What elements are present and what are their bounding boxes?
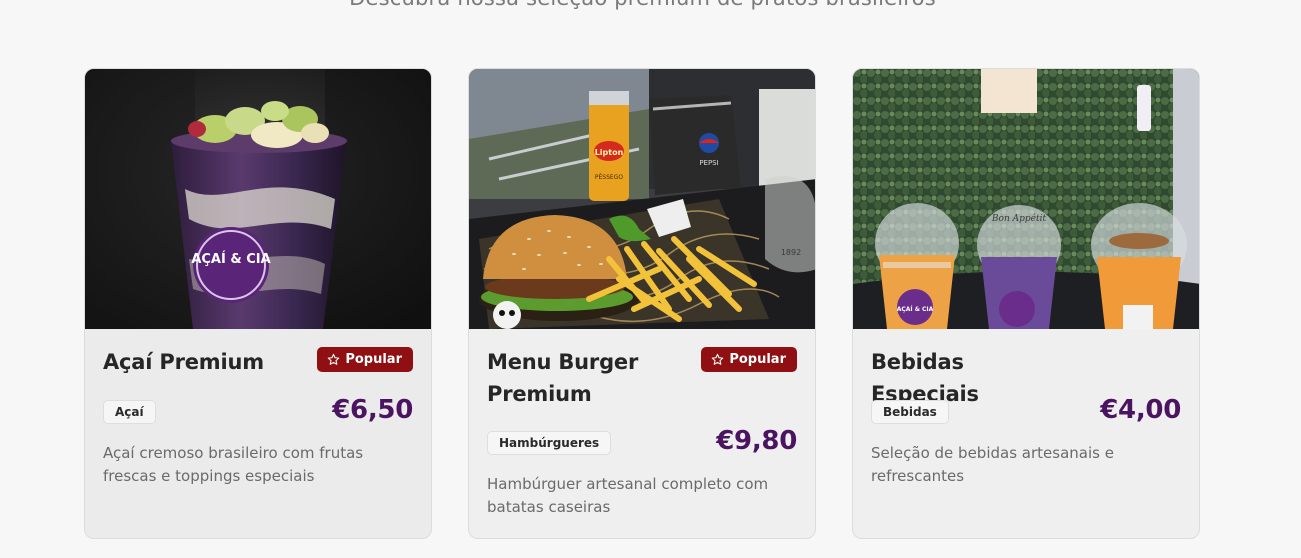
popular-badge: Popular	[701, 347, 797, 372]
menu-card-acai[interactable]: AÇAÍ & CIA Açaí Premium Popular Açaí €6,…	[84, 68, 432, 539]
price: €6,50	[332, 395, 413, 425]
card-title: Açaí Premium	[103, 350, 264, 374]
star-outline-icon	[712, 353, 724, 365]
burger-photo: Lipton PÊSSEGO PEPSI 1892	[469, 69, 815, 329]
acai-logo-text: AÇAÍ & CIA	[191, 251, 270, 267]
section-subtitle: Descubra nossa seleção premium de pratos…	[0, 0, 1285, 10]
category-tag: Açaí	[103, 400, 156, 424]
menu-card-drinks[interactable]: AÇAÍ & CIA Bon Appétit Bebidas Especiais…	[852, 68, 1200, 539]
popular-badge: Popular	[317, 347, 413, 372]
glass-text: 1892	[781, 248, 801, 257]
lid-text: Bon Appétit	[991, 213, 1047, 224]
category-tag: Bebidas	[871, 400, 949, 424]
can-brand-text: Lipton	[595, 148, 624, 157]
menu-card-burger[interactable]: Lipton PÊSSEGO PEPSI 1892 Menu Burger Pr…	[468, 68, 816, 539]
can-flavor-text: PÊSSEGO	[595, 173, 623, 181]
card-description: Hambúrguer artesanal completo com batata…	[487, 475, 769, 516]
price: €4,00	[1100, 395, 1181, 425]
card-description: Seleção de bebidas artesanais e refresca…	[871, 444, 1114, 485]
star-outline-icon	[328, 353, 340, 365]
price: €9,80	[716, 426, 797, 456]
cup-brand-text: PEPSI	[699, 159, 718, 167]
card-description: Açaí cremoso brasileiro com frutas fresc…	[103, 444, 364, 485]
drink-logo-text: AÇAÍ & CIA	[897, 305, 934, 313]
drinks-photo: AÇAÍ & CIA Bon Appétit	[853, 69, 1199, 329]
acai-photo: AÇAÍ & CIA	[85, 69, 431, 329]
popular-label: Popular	[729, 352, 786, 367]
popular-label: Popular	[345, 352, 402, 367]
card-title: Menu Burger Premium	[487, 350, 639, 406]
category-tag: Hambúrgueres	[487, 431, 612, 455]
